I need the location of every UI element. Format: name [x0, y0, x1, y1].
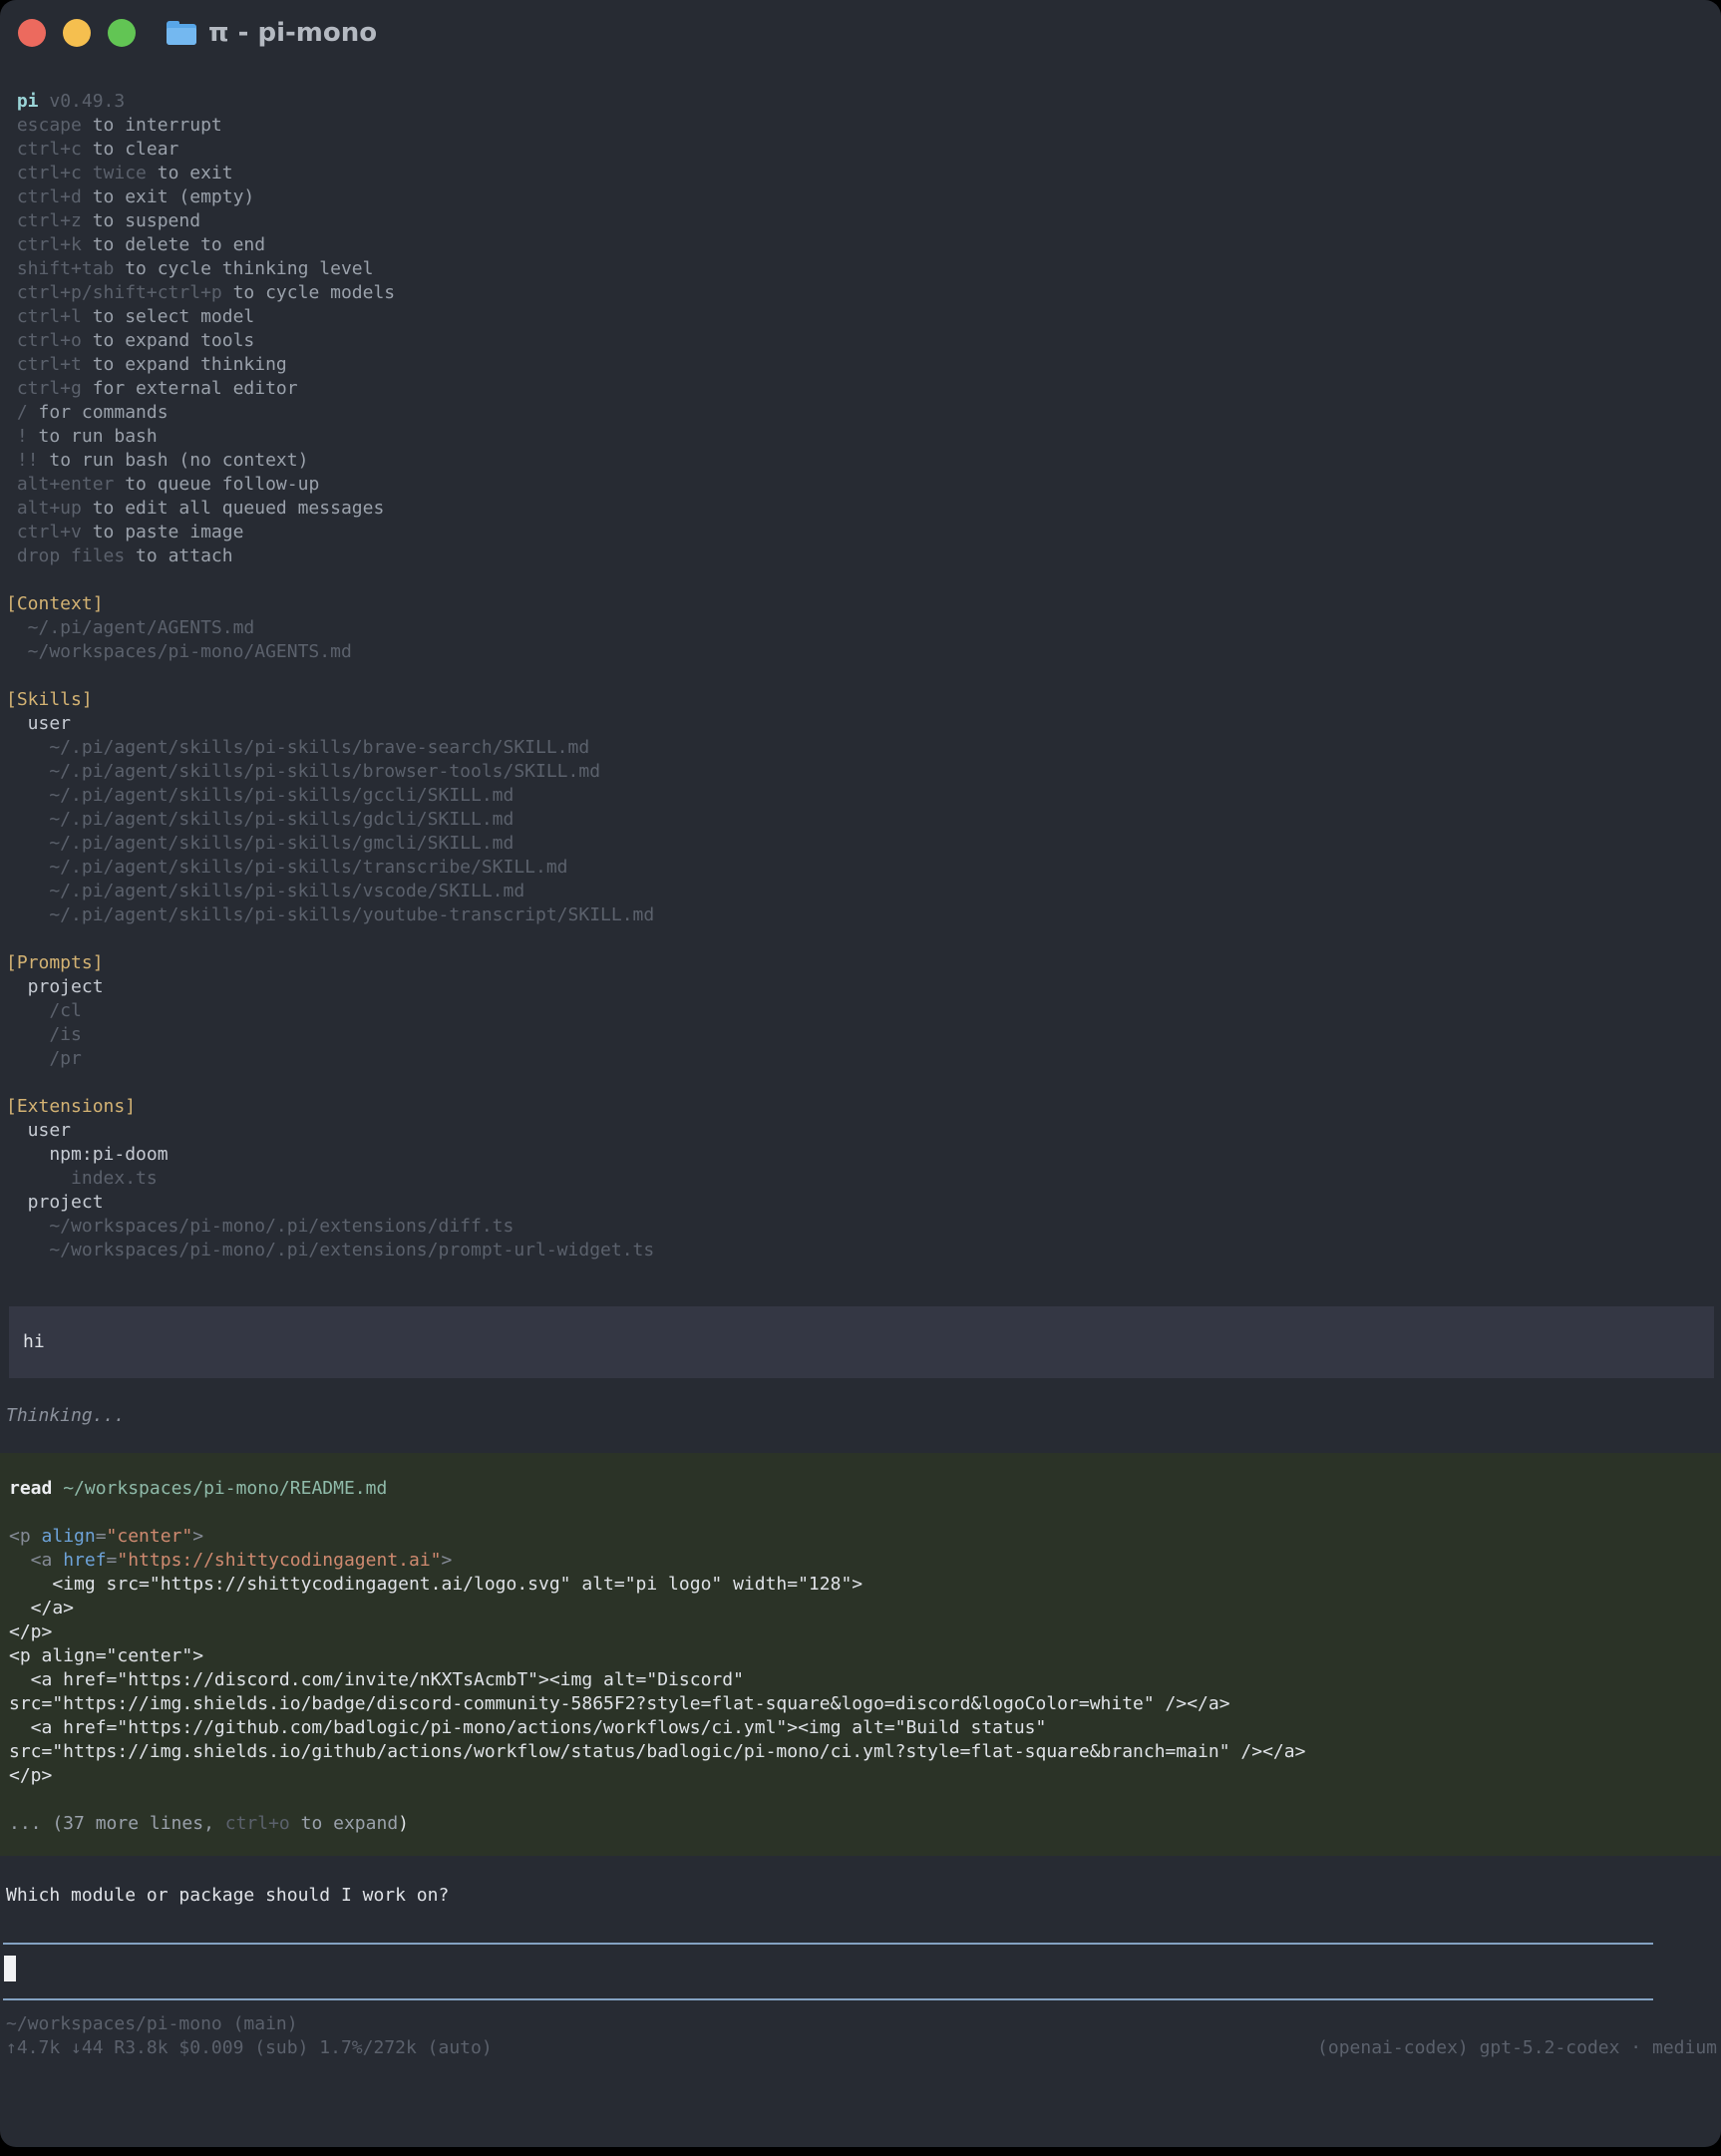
read-tool-output: read ~/workspaces/pi-mono/README.md <p al… — [9, 1477, 1715, 1836]
terminal-line: index.ts — [6, 1167, 1721, 1191]
app-version-line: pi v0.49.3 — [6, 90, 1721, 114]
terminal-line: <a href="https://discord.com/invite/nKXT… — [9, 1668, 1715, 1692]
terminal-line: ctrl+t to expand thinking — [6, 353, 1721, 377]
terminal-line: drop files to attach — [6, 544, 1721, 568]
terminal-line: /pr — [6, 1047, 1721, 1071]
shortcut-help-list: escape to interrupt ctrl+c to clear ctrl… — [6, 114, 1721, 568]
terminal-line: npm:pi-doom — [6, 1143, 1721, 1167]
terminal-line: ctrl+z to suspend — [6, 209, 1721, 233]
terminal-line: user — [6, 712, 1721, 736]
terminal-line — [9, 1501, 1715, 1525]
status-bar: ~/workspaces/pi-mono (main) ↑4.7k ↓44 R3… — [6, 2012, 1721, 2060]
minimize-window-button[interactable] — [63, 19, 91, 47]
terminal-line: /cl — [6, 999, 1721, 1023]
terminal-line: / for commands — [6, 401, 1721, 425]
terminal-line: </p> — [9, 1620, 1715, 1644]
title-bar: π - pi-mono — [0, 0, 1721, 66]
token-usage-status: ↑4.7k ↓44 R3.8k $0.009 (sub) 1.7%/272k (… — [6, 2036, 493, 2060]
terminal-line: src="https://img.shields.io/github/actio… — [9, 1740, 1715, 1764]
read-tool-block: read ~/workspaces/pi-mono/README.md <p al… — [0, 1453, 1721, 1856]
terminal-line: shift+tab to cycle thinking level — [6, 257, 1721, 281]
terminal-line: ctrl+k to delete to end — [6, 233, 1721, 257]
skills-section: [Skills] user ~/.pi/agent/skills/pi-skil… — [6, 688, 1721, 927]
terminal-line: ctrl+l to select model — [6, 305, 1721, 329]
terminal-line: </p> — [9, 1764, 1715, 1788]
terminal-line: user — [6, 1119, 1721, 1143]
terminal-line — [9, 1788, 1715, 1812]
prompts-section: [Prompts] project /cl /is /pr — [6, 951, 1721, 1071]
terminal-line: ctrl+c twice to exit — [6, 162, 1721, 185]
terminal-line: ~/workspaces/pi-mono/AGENTS.md — [6, 640, 1721, 664]
terminal-line: ~/.pi/agent/skills/pi-skills/gmcli/SKILL… — [6, 832, 1721, 856]
prompt-input[interactable] — [3, 1943, 1653, 2000]
terminal-line: ~/.pi/agent/skills/pi-skills/youtube-tra… — [6, 903, 1721, 927]
terminal-line: ~/.pi/agent/skills/pi-skills/browser-too… — [6, 760, 1721, 784]
terminal-line: <a href="https://shittycodingagent.ai"> — [9, 1549, 1715, 1573]
terminal-line: alt+up to edit all queued messages — [6, 497, 1721, 521]
terminal-line: ~/.pi/agent/skills/pi-skills/gdcli/SKILL… — [6, 808, 1721, 832]
terminal-line: ~/.pi/agent/skills/pi-skills/vscode/SKIL… — [6, 880, 1721, 903]
terminal-line: ctrl+c to clear — [6, 138, 1721, 162]
terminal-line: [Prompts] — [6, 951, 1721, 975]
terminal-line: ctrl+p/shift+ctrl+p to cycle models — [6, 281, 1721, 305]
user-message-panel: hi — [9, 1306, 1714, 1378]
terminal-line: read ~/workspaces/pi-mono/README.md — [9, 1477, 1715, 1501]
terminal-line: [Extensions] — [6, 1095, 1721, 1119]
folder-icon — [167, 21, 196, 45]
terminal-line: ! to run bash — [6, 425, 1721, 449]
terminal-line: ~/.pi/agent/skills/pi-skills/brave-searc… — [6, 736, 1721, 760]
model-status: (openai-codex) gpt-5.2-codex · medium — [1317, 2036, 1717, 2060]
workdir-status: ~/workspaces/pi-mono (main) — [6, 2012, 1717, 2036]
extensions-section: [Extensions] user npm:pi-doom index.ts p… — [6, 1095, 1721, 1262]
terminal-line: ~/.pi/agent/skills/pi-skills/gccli/SKILL… — [6, 784, 1721, 808]
terminal-line: project — [6, 1191, 1721, 1215]
terminal-line: ctrl+g for external editor — [6, 377, 1721, 401]
terminal-line: [Context] — [6, 592, 1721, 616]
terminal-line: /is — [6, 1023, 1721, 1047]
terminal-line: </a> — [9, 1597, 1715, 1620]
terminal-line: alt+enter to queue follow-up — [6, 473, 1721, 497]
terminal-line: <p align="center"> — [9, 1525, 1715, 1549]
close-window-button[interactable] — [18, 19, 46, 47]
terminal-line: project — [6, 975, 1721, 999]
user-message-text: hi — [23, 1330, 1700, 1354]
terminal-line: [Skills] — [6, 688, 1721, 712]
terminal-line: ctrl+o to expand tools — [6, 329, 1721, 353]
terminal-line: ~/.pi/agent/AGENTS.md — [6, 616, 1721, 640]
terminal-line: ~/workspaces/pi-mono/.pi/extensions/prom… — [6, 1239, 1721, 1262]
terminal-line: <a href="https://github.com/badlogic/pi-… — [9, 1716, 1715, 1740]
terminal-line: ctrl+d to exit (empty) — [6, 185, 1721, 209]
terminal-line: pi v0.49.3 — [6, 90, 1721, 114]
zoom-window-button[interactable] — [108, 19, 136, 47]
context-section: [Context] ~/.pi/agent/AGENTS.md ~/worksp… — [6, 592, 1721, 664]
terminal-content: pi v0.49.3 escape to interrupt ctrl+c to… — [0, 66, 1721, 2060]
window-title: π - pi-mono — [208, 18, 377, 48]
terminal-line: ... (37 more lines, ctrl+o to expand) — [9, 1812, 1715, 1836]
text-cursor — [4, 1956, 16, 1981]
terminal-line: src="https://img.shields.io/badge/discor… — [9, 1692, 1715, 1716]
terminal-line: escape to interrupt — [6, 114, 1721, 138]
terminal-line: ~/.pi/agent/skills/pi-skills/transcribe/… — [6, 856, 1721, 880]
terminal-line: <img src="https://shittycodingagent.ai/l… — [9, 1573, 1715, 1597]
terminal-line: ctrl+v to paste image — [6, 521, 1721, 544]
terminal-line: ~/workspaces/pi-mono/.pi/extensions/diff… — [6, 1215, 1721, 1239]
terminal-line: !! to run bash (no context) — [6, 449, 1721, 473]
thinking-indicator: Thinking... — [6, 1404, 1721, 1428]
terminal-window: π - pi-mono pi v0.49.3 escape to interru… — [0, 0, 1721, 2147]
terminal-line: <p align="center"> — [9, 1644, 1715, 1668]
assistant-question: Which module or package should I work on… — [6, 1884, 1721, 1908]
